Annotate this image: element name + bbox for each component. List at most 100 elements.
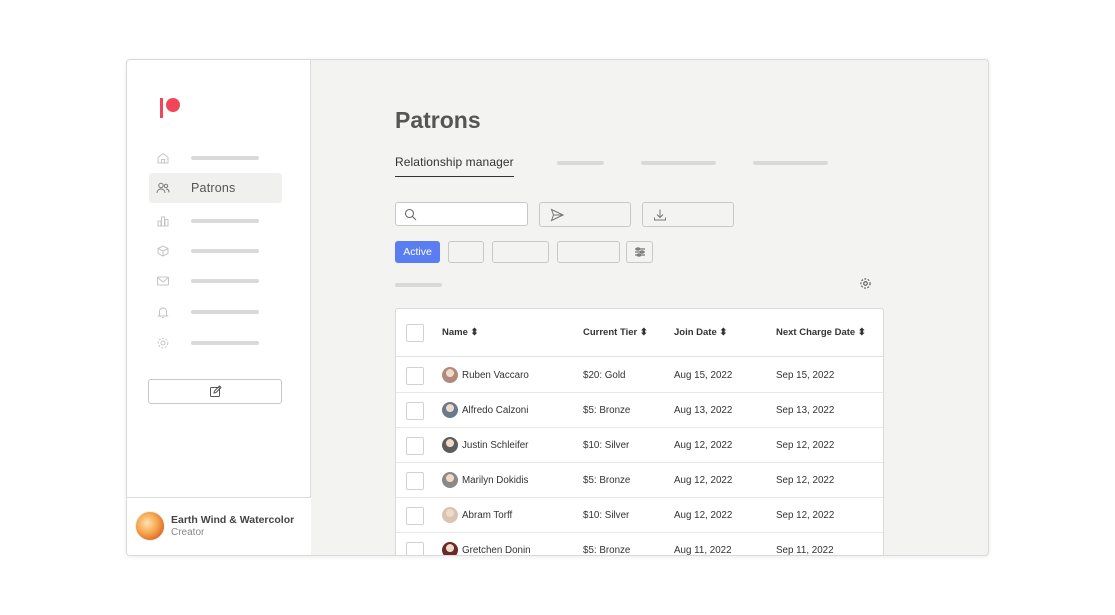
patron-tier: $5: Bronze: [583, 475, 631, 486]
edit-icon: [210, 385, 222, 397]
row-checkbox[interactable]: [406, 472, 424, 490]
patron-avatar: [442, 472, 458, 488]
logo-dot: [166, 98, 180, 112]
send-icon: [550, 208, 564, 222]
select-all-checkbox[interactable]: [406, 324, 424, 342]
sidebar-item-patrons[interactable]: Patrons: [149, 173, 282, 203]
patron-tier: $5: Bronze: [583, 405, 631, 416]
patron-name[interactable]: Alfredo Calzoni: [462, 405, 528, 416]
column-header-join-date[interactable]: Join Date ⬍: [674, 327, 727, 338]
send-message-button[interactable]: [539, 202, 631, 227]
table-row[interactable]: Marilyn Dokidis $5: Bronze Aug 12, 2022 Sep…: [396, 463, 883, 498]
patron-next-charge-date: Sep 12, 2022: [776, 510, 835, 521]
patron-next-charge-date: Sep 12, 2022: [776, 440, 835, 451]
main-content: Patrons Relationship manager Active Name…: [311, 60, 988, 556]
filter-button[interactable]: [557, 241, 620, 263]
sidebar-item-settings[interactable]: [149, 328, 282, 358]
search-input[interactable]: [395, 202, 528, 226]
sidebar-item-placeholder: [191, 310, 259, 314]
patron-join-date: Aug 15, 2022: [674, 370, 733, 381]
table-row[interactable]: Gretchen Donin $5: Bronze Aug 11, 2022 Sep …: [396, 533, 883, 556]
filter-active-button[interactable]: Active: [395, 241, 440, 263]
patron-tier: $20: Gold: [583, 370, 626, 381]
users-icon: [156, 181, 170, 195]
app-window: Patrons Earth Wind & Watercolor Creator …: [126, 59, 989, 556]
row-checkbox[interactable]: [406, 437, 424, 455]
logo-bar: [160, 98, 163, 118]
sidebar-item-home[interactable]: [149, 143, 282, 173]
sidebar-item-placeholder: [191, 156, 259, 160]
patron-name[interactable]: Marilyn Dokidis: [462, 475, 528, 486]
tab-relationship-manager[interactable]: Relationship manager: [395, 155, 514, 177]
patron-tier: $10: Silver: [583, 440, 630, 451]
download-icon: [654, 209, 666, 221]
patron-avatar: [442, 367, 458, 383]
column-header-name[interactable]: Name ⬍: [442, 327, 478, 338]
chart-icon: [156, 214, 170, 228]
patrons-table: Name ⬍ Current Tier ⬍ Join Date ⬍ Next C…: [395, 308, 884, 556]
patron-next-charge-date: Sep 15, 2022: [776, 370, 835, 381]
row-checkbox[interactable]: [406, 367, 424, 385]
column-header-tier[interactable]: Current Tier ⬍: [583, 327, 648, 338]
profile-role: Creator: [171, 527, 205, 538]
sidebar-item-placeholder: [191, 279, 259, 283]
search-icon: [404, 208, 417, 221]
export-button[interactable]: [642, 202, 734, 227]
tab-placeholder[interactable]: [557, 161, 604, 165]
sidebar-item-messages[interactable]: [149, 266, 282, 296]
filter-button[interactable]: [448, 241, 484, 263]
patron-join-date: Aug 12, 2022: [674, 475, 733, 486]
box-icon: [156, 244, 170, 258]
create-post-button[interactable]: [148, 379, 282, 404]
sidebar-item-label: Patrons: [191, 181, 236, 195]
patron-name[interactable]: Gretchen Donin: [462, 545, 531, 555]
table-row[interactable]: Abram Torff $10: Silver Aug 12, 2022 Sep 12…: [396, 498, 883, 533]
patron-join-date: Aug 12, 2022: [674, 440, 733, 451]
patron-avatar: [442, 507, 458, 523]
sidebar-item-placeholder: [191, 249, 259, 253]
patron-tier: $5: Bronze: [583, 545, 631, 556]
sidebar-item-placeholder: [191, 219, 259, 223]
mail-icon: [156, 274, 170, 288]
table-row[interactable]: Justin Schleifer $10: Silver Aug 12, 2022 S…: [396, 428, 883, 463]
gear-icon: [156, 336, 170, 350]
patron-tier: $10: Silver: [583, 510, 630, 521]
avatar: [135, 511, 165, 541]
patron-avatar: [442, 437, 458, 453]
sidebar-item-notifications[interactable]: [149, 297, 282, 327]
profile-name: Earth Wind & Watercolor: [171, 514, 295, 526]
sliders-icon: [635, 247, 645, 257]
sidebar-item-placeholder: [191, 341, 259, 345]
filter-settings-button[interactable]: [626, 241, 653, 263]
page-title: Patrons: [395, 107, 481, 133]
patron-join-date: Aug 12, 2022: [674, 510, 733, 521]
table-row[interactable]: Ruben Vaccaro $20: Gold Aug 15, 2022 Sep 15…: [396, 358, 883, 393]
patron-name[interactable]: Justin Schleifer: [462, 440, 528, 451]
sidebar-item-products[interactable]: [149, 236, 282, 266]
patron-name[interactable]: Abram Torff: [462, 510, 512, 521]
bell-icon: [156, 305, 170, 319]
filter-button[interactable]: [492, 241, 549, 263]
column-header-next-charge[interactable]: Next Charge Date ⬍: [776, 327, 866, 338]
sidebar-item-insights[interactable]: [149, 206, 282, 236]
patron-name[interactable]: Ruben Vaccaro: [462, 370, 529, 381]
tab-placeholder[interactable]: [753, 161, 828, 165]
row-checkbox[interactable]: [406, 507, 424, 525]
row-checkbox[interactable]: [406, 402, 424, 420]
home-icon: [156, 151, 170, 165]
table-header: Name ⬍ Current Tier ⬍ Join Date ⬍ Next C…: [396, 309, 883, 357]
patron-next-charge-date: Sep 12, 2022: [776, 475, 835, 486]
patron-next-charge-date: Sep 11, 2022: [776, 545, 834, 556]
patron-avatar: [442, 402, 458, 418]
creator-profile[interactable]: Earth Wind & Watercolor Creator: [127, 497, 311, 555]
table-settings-icon[interactable]: [859, 277, 872, 290]
sidebar: Patrons Earth Wind & Watercolor Creator: [127, 60, 311, 555]
patron-avatar: [442, 542, 458, 555]
patreon-logo[interactable]: [160, 98, 182, 120]
patron-join-date: Aug 11, 2022: [674, 545, 732, 556]
results-count-placeholder: [395, 283, 442, 287]
row-checkbox[interactable]: [406, 542, 424, 555]
tab-placeholder[interactable]: [641, 161, 716, 165]
table-row[interactable]: Alfredo Calzoni $5: Bronze Aug 13, 2022 Sep…: [396, 393, 883, 428]
patron-join-date: Aug 13, 2022: [674, 405, 733, 416]
